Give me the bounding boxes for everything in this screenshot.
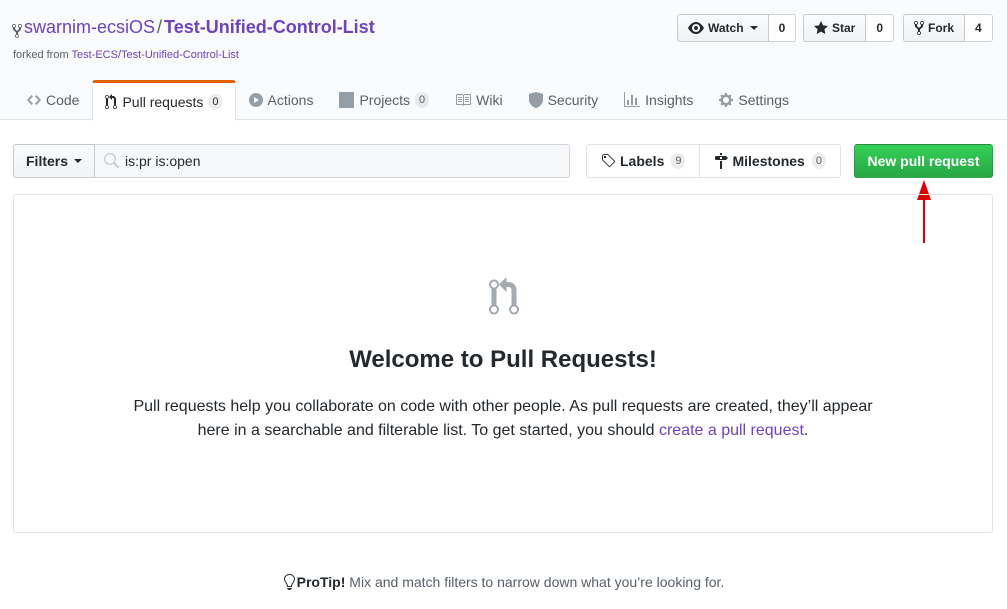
filters-bar: Filters [13, 144, 570, 178]
star-icon [814, 21, 828, 34]
search-input[interactable] [125, 153, 546, 169]
tab-settings[interactable]: Settings [706, 80, 802, 120]
blankslate: Welcome to Pull Requests! Pull requests … [13, 194, 993, 533]
gear-icon [719, 93, 734, 107]
repo-title-separator: / [157, 17, 163, 37]
create-pull-request-link[interactable]: create a pull request [659, 422, 804, 439]
tab-label: Insights [645, 92, 694, 108]
filters-label: Filters [26, 153, 69, 169]
tab-security[interactable]: Security [516, 80, 612, 120]
milestones-button[interactable]: Milestones 0 [700, 144, 841, 178]
fork-count[interactable]: 4 [965, 14, 993, 42]
light-bulb-icon [283, 574, 295, 590]
tab-insights[interactable]: Insights [611, 80, 706, 120]
chevron-down-icon [74, 159, 83, 163]
tab-label: Code [46, 92, 80, 108]
fork-label: Fork [928, 21, 955, 35]
tab-counter: 0 [208, 93, 223, 110]
book-icon [456, 94, 472, 106]
project-icon [339, 92, 355, 108]
repo-owner-link[interactable]: swarnim-ecsiOS [24, 17, 155, 37]
blankslate-text: Pull requests help you collaborate on co… [124, 395, 882, 443]
tag-icon [602, 154, 616, 168]
tab-label: Actions [267, 92, 314, 108]
tab-projects[interactable]: Projects 0 [326, 80, 442, 120]
chevron-down-icon [749, 26, 758, 30]
milestones-counter: 0 [811, 153, 826, 169]
repo-forked-icon [12, 23, 22, 39]
repo-nav: Code Pull requests 0 Actions Projects 0 … [14, 80, 802, 121]
star-count[interactable]: 0 [866, 14, 895, 42]
blankslate-title: Welcome to Pull Requests! [349, 346, 657, 373]
watch-label: Watch [708, 21, 744, 35]
forked-source-link[interactable]: Test-ECS/Test-Unified-Control-List [72, 49, 240, 61]
tab-wiki[interactable]: Wiki [442, 80, 515, 120]
star-button[interactable]: Star [803, 14, 867, 42]
repo-title: swarnim-ecsiOS / Test-Unified-Control-List [12, 16, 375, 39]
graph-icon [624, 92, 641, 107]
labels-milestones-nav: Labels 9 Milestones 0 [586, 144, 841, 178]
shield-icon [528, 92, 543, 108]
tab-code[interactable]: Code [14, 80, 92, 120]
tab-pull-requests[interactable]: Pull requests 0 [92, 80, 236, 121]
repo-header: swarnim-ecsiOS / Test-Unified-Control-List… [0, 0, 1007, 121]
repo-name-link[interactable]: Test-Unified-Control-List [164, 17, 375, 37]
labels-counter: 9 [671, 153, 686, 169]
milestones-label: Milestones [732, 153, 805, 169]
code-icon [27, 95, 41, 105]
play-icon [248, 93, 263, 107]
watch-group: Watch 0 [677, 14, 797, 42]
labels-label: Labels [620, 153, 665, 169]
new-pull-request-button[interactable]: New pull request [854, 144, 993, 178]
repo-forked-icon [914, 20, 924, 36]
protip-text: Mix and match filters to narrow down wha… [345, 574, 725, 590]
eye-icon [688, 22, 704, 34]
star-label: Star [832, 21, 856, 35]
forked-from-label: forked from [13, 49, 69, 61]
tab-label: Security [547, 92, 599, 108]
tab-actions[interactable]: Actions [236, 80, 327, 120]
protip-label: ProTip! [296, 574, 346, 590]
watch-button[interactable]: Watch [677, 14, 769, 42]
protip: ProTip! Mix and match filters to narrow … [0, 574, 1007, 590]
blankslate-text-after: . [803, 422, 809, 439]
fork-group: Fork 4 [903, 14, 993, 42]
search-icon [104, 153, 120, 168]
star-group: Star 0 [803, 14, 895, 42]
watch-count[interactable]: 0 [768, 14, 797, 42]
git-pull-request-icon [105, 93, 118, 109]
forked-from-text: forked from Test-ECS/Test-Unified-Contro… [13, 49, 239, 61]
tab-label: Settings [738, 92, 790, 108]
search-box [95, 144, 570, 178]
tab-label: Pull requests [122, 93, 204, 110]
tab-label: Projects [359, 92, 411, 108]
git-pull-request-icon [489, 277, 519, 315]
fork-button[interactable]: Fork [903, 14, 966, 42]
tab-counter: 0 [415, 92, 430, 108]
labels-button[interactable]: Labels 9 [586, 144, 701, 178]
tab-label: Wiki [476, 92, 503, 108]
filters-button[interactable]: Filters [13, 144, 96, 178]
milestone-icon [715, 153, 729, 169]
